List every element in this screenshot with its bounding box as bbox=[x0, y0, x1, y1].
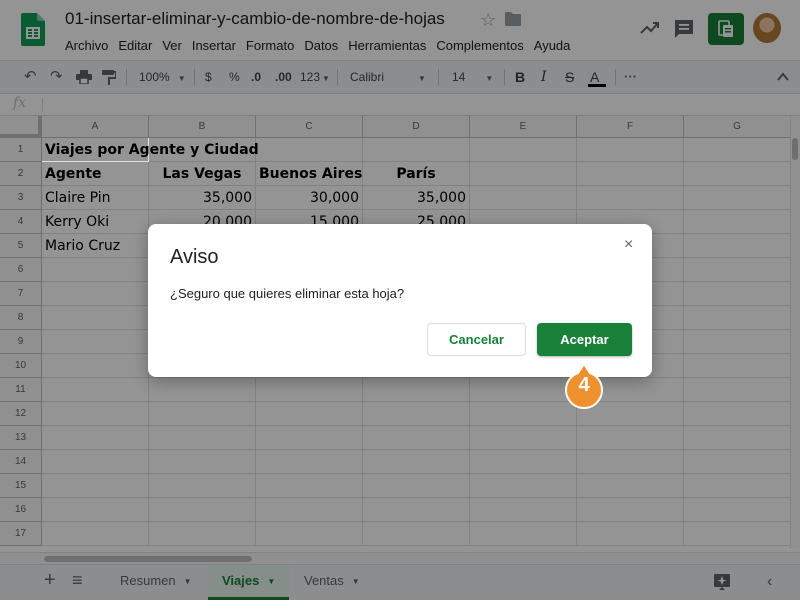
confirm-delete-dialog: Aviso × ¿Seguro que quieres eliminar est… bbox=[148, 224, 652, 377]
accept-button[interactable]: Aceptar bbox=[537, 323, 632, 356]
step-callout: 4 bbox=[564, 364, 604, 410]
grid-cell[interactable]: Viajes por Agente y Ciudad bbox=[42, 138, 259, 162]
dialog-message: ¿Seguro que quieres eliminar esta hoja? bbox=[170, 286, 405, 301]
step-number: 4 bbox=[578, 374, 590, 396]
close-icon[interactable]: × bbox=[624, 236, 633, 254]
dialog-title: Aviso bbox=[170, 246, 219, 268]
cancel-button[interactable]: Cancelar bbox=[427, 323, 526, 356]
